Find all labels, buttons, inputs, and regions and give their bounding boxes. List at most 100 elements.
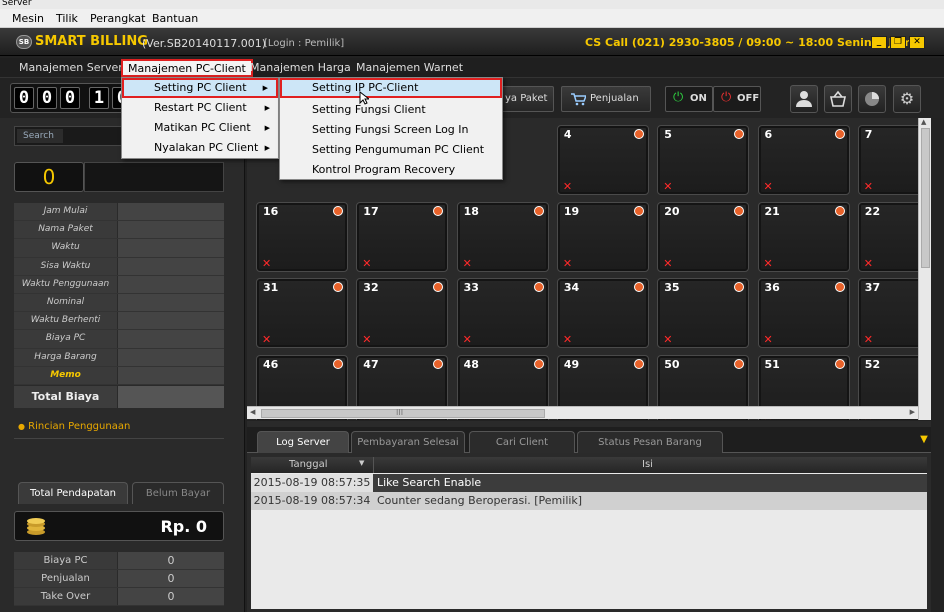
rincian-penggunaan[interactable]: ● Rincian Penggunaan — [18, 421, 130, 432]
menu-kontrol-program-recovery[interactable]: Kontrol Program Recovery — [280, 160, 502, 180]
pc-tile[interactable]: 18 ✕ — [456, 201, 549, 272]
menu-restart-pc-client[interactable]: Restart PC Client ▶ — [122, 98, 278, 118]
on-button[interactable]: ⏻ ON — [665, 86, 713, 112]
menu-setting-ip-pc-client[interactable]: Setting IP PC-Client — [280, 78, 502, 98]
pc-number: 50 — [664, 357, 680, 371]
pc-number: 48 — [463, 357, 479, 371]
globe-icon-button[interactable] — [858, 85, 886, 113]
minimize-button[interactable]: _ — [871, 36, 887, 49]
sort-icon: ▼ — [359, 459, 365, 467]
scroll-up-icon[interactable]: ▲ — [921, 118, 926, 126]
vertical-scroll-thumb[interactable] — [921, 128, 930, 268]
grid-vertical-scrollbar[interactable]: ▲ — [918, 118, 931, 420]
summary-label: Take Over — [14, 588, 117, 605]
coins-icon — [27, 518, 45, 535]
tab-total-pendapatan[interactable]: Total Pendapatan — [18, 482, 128, 504]
status-icon — [633, 282, 644, 292]
menu-manajemen-pc-client[interactable]: Manajemen PC-Client — [121, 59, 253, 77]
pc-tile[interactable]: 19 ✕ — [556, 201, 649, 272]
maximize-button[interactable]: ❐ — [890, 36, 906, 49]
info-label: Nama Paket — [14, 221, 117, 239]
menu-item-label: Setting Fungsi Screen Log In — [312, 123, 469, 136]
pc-number: 22 — [864, 204, 881, 218]
close-button[interactable]: ✕ — [909, 36, 925, 49]
menu-matikan-pc-client[interactable]: Matikan PC Client ▶ — [122, 118, 278, 138]
tab-log-server[interactable]: Log Server — [257, 431, 349, 453]
tab-pembayaran-selesai[interactable]: Pembayaran Selesai — [351, 431, 465, 453]
info-label: Jam Mulai — [14, 203, 117, 221]
scroll-right-icon[interactable]: ▶ — [910, 408, 915, 416]
pc-number: 37 — [864, 281, 881, 294]
scroll-left-icon[interactable]: ◀ — [250, 408, 255, 416]
paket-button[interactable]: ya Paket — [498, 86, 554, 112]
offline-x-icon: ✕ — [462, 256, 472, 270]
horizontal-scroll-thumb[interactable]: III — [261, 408, 545, 418]
info-row: Harga Barang — [14, 348, 224, 367]
pc-number: 34 — [563, 281, 580, 294]
pc-tile[interactable]: 33 ✕ — [456, 278, 549, 348]
pc-tile[interactable]: 6 ✕ — [757, 125, 850, 195]
pc-tile[interactable]: 16 ✕ — [256, 201, 348, 272]
summary-value: 0 — [118, 588, 224, 605]
menu-manajemen-server[interactable]: Manajemen Server — [19, 61, 123, 74]
pc-tile[interactable]: 35 ✕ — [657, 278, 750, 348]
menu-setting-pengumuman[interactable]: Setting Pengumuman PC Client — [280, 140, 502, 160]
log-row[interactable]: 2015-08-19 08:57:34 Counter sedang Berop… — [251, 492, 927, 510]
info-value — [118, 203, 224, 221]
user-icon-button[interactable] — [790, 85, 818, 113]
tab-status-pesan-barang[interactable]: Status Pesan Barang — [577, 431, 723, 453]
menu-setting-fungsi-client[interactable]: Setting Fungsi Client — [280, 100, 502, 120]
status-icon — [734, 358, 745, 369]
pc-tile[interactable]: 32 ✕ — [356, 278, 449, 348]
collapse-icon[interactable]: ▼ — [917, 431, 931, 449]
status-icon — [834, 129, 845, 139]
log-table-header: Tanggal ▼ Isi — [251, 457, 927, 473]
pc-tile[interactable]: 31 ✕ — [256, 278, 348, 348]
menu-manajemen-warnet[interactable]: Manajemen Warnet — [356, 61, 463, 74]
divider — [14, 438, 224, 439]
submenu-arrow-icon: ▶ — [264, 104, 270, 112]
menu-item-label: Setting PC Client — [154, 81, 247, 94]
col-isi[interactable]: Isi — [642, 459, 653, 470]
log-message: Like Search Enable — [373, 474, 927, 492]
pc-number: 46 — [263, 357, 279, 371]
status-icon — [433, 205, 444, 216]
menu-mesin[interactable]: Mesin — [12, 12, 44, 25]
status-icon — [734, 282, 745, 292]
offline-x-icon: ✕ — [462, 333, 472, 346]
info-row: Jam Mulai — [14, 203, 224, 222]
pc-tile[interactable]: 36 ✕ — [757, 278, 850, 348]
pc-tile[interactable]: 5 ✕ — [657, 125, 750, 195]
memo-field[interactable] — [118, 366, 224, 384]
status-icon — [633, 358, 644, 369]
summary-value: 0 — [118, 570, 224, 587]
pc-tile[interactable]: 34 ✕ — [556, 278, 649, 348]
status-icon — [433, 358, 444, 369]
offline-x-icon: ✕ — [863, 333, 874, 346]
log-row[interactable]: 2015-08-19 08:57:35 Like Search Enable — [251, 474, 927, 492]
tab-cari-client[interactable]: Cari Client — [469, 431, 575, 453]
menu-manajemen-harga[interactable]: Manajemen Harga — [250, 61, 351, 74]
pc-tile[interactable]: 17 ✕ — [356, 201, 449, 272]
pc-number: 31 — [263, 281, 279, 294]
pc-tile[interactable]: 4 ✕ — [556, 125, 649, 195]
menu-bantuan[interactable]: Bantuan — [152, 12, 198, 25]
col-tanggal[interactable]: Tanggal — [289, 459, 328, 470]
tab-belum-bayar[interactable]: Belum Bayar — [132, 482, 224, 504]
menu-nyalakan-pc-client[interactable]: Nyalakan PC Client ▶ — [122, 138, 278, 158]
menu-tilik[interactable]: Tilik — [56, 12, 78, 25]
pc-tile[interactable]: 21 ✕ — [757, 201, 850, 272]
summary-row: Penjualan 0 — [14, 570, 224, 588]
settings-button[interactable]: ⚙ — [893, 85, 921, 113]
pc-number: 49 — [563, 357, 580, 371]
pc-tile[interactable]: 20 ✕ — [657, 201, 750, 272]
penjualan-button[interactable]: Penjualan — [561, 86, 651, 112]
grid-horizontal-scrollbar[interactable]: ◀ III ▶ — [247, 406, 918, 419]
off-button[interactable]: ⏻ OFF — [713, 86, 761, 112]
timer-digit: 1 — [89, 87, 109, 109]
menu-setting-pc-client[interactable]: Setting PC Client ▶ — [122, 78, 278, 98]
basket-icon-button[interactable] — [824, 85, 852, 113]
menu-perangkat[interactable]: Perangkat — [90, 12, 145, 25]
pc-number: 32 — [363, 281, 379, 294]
menu-setting-fungsi-screen-login[interactable]: Setting Fungsi Screen Log In — [280, 120, 502, 140]
